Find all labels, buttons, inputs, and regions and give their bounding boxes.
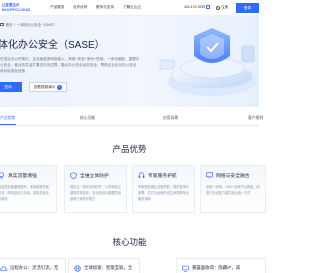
breadcrumb-current: 一体化办公安全（SASE） [17,23,57,27]
globe-icon [74,264,81,272]
consult-button-label: 咨询 [4,84,12,89]
watch-demo-button[interactable]: 查看视频演示 [29,82,67,92]
tab-scenarios[interactable]: 应用场景 [163,116,178,121]
core-function-card[interactable]: 暴露面收敛：隐藏IP，减 [176,258,266,273]
core-function-title: 全球加速：智能互联，全 [84,265,133,270]
core-function-card[interactable]: 全球加速：智能互联，全 [68,258,140,273]
breadcrumb-separator: / [14,22,16,27]
watch-demo-label: 查看视频演示 [33,84,56,89]
advantage-title: 全维立体防护 [80,174,109,179]
logo-wordmark: INAPPCLOUD [2,7,31,12]
tab-advantages[interactable]: 产品优势 [0,116,15,121]
advantage-card: 专家服务护航 专家服务团队全程护航，提供咨询与部署、交付与运维的全生命周期专业服… [132,165,195,213]
advantage-card: 真实流量增强 高品质加速通道提升，多地部署负载分流，降低延迟与抖动，保障关键业务… [0,165,57,213]
advantages-title: 产品优势 [112,144,147,154]
advantage-title: 专家服务护航 [148,174,177,179]
top-nav: 让智慧生长 INAPPCLOUD 产品服务 合作伙伴 服务与支持 了解云山云 4… [0,0,259,16]
tab-cases[interactable]: 客户案例 [248,116,263,121]
advantage-title: 网络与安全融合 [216,174,250,179]
register-label: 注册 [221,5,229,9]
active-tab-indicator [0,123,16,125]
nav-item-about[interactable]: 了解云山云 [123,5,141,10]
nav-item-label: 了解云山云 [123,5,141,9]
page-title: 体化办公安全（SASE） [0,40,105,51]
advantage-desc: 端边云一体化协同防护，从终端到云端提供零信任、安全检测与数据防泄露等立体防护能力 [70,185,121,201]
advantage-desc: 高品质加速通道提升，多地部署负载分流，降低延迟与抖动，保障关键业务体验 [0,185,49,201]
shield-icon [70,172,77,179]
home-icon[interactable] [0,22,4,27]
phone-icon [206,5,211,9]
nav-item-label: 产品服务 [50,5,65,9]
hero-description: 在混合办公环境中，企业面临多网络接入、网络+安全+身份+终端，一体化赋能，重塑办… [0,57,140,73]
breadcrumb-home[interactable]: 首页 [6,22,13,27]
login-button[interactable]: 登录 [236,3,259,13]
hero-illustration [159,28,256,96]
phone-number: 400-176-9339 [184,5,206,9]
network-icon [206,172,213,179]
user-icon [216,5,220,10]
nav-item-label: 合作伙伴 [73,5,88,9]
advantage-card: 网络与安全融合 全球一张网，1500+全球节点覆盖，网络与安全能力原生融合统一交… [200,165,266,213]
section-tabs: 产品优势 核心功能 应用场景 客户案例 [0,112,263,126]
phone-contact[interactable]: 400-176-9339 [184,5,211,9]
headset-icon [138,172,145,178]
core-function-title: 远程办公：灵活引流，无 [10,265,59,270]
breadcrumb: 首页 / 一体化办公安全（SASE） [0,22,57,27]
advantage-title: 真实流量增强 [8,174,37,179]
advantage-desc: 全球一张网，1500+全球节点覆盖，网络与安全能力原生融合统一交付 [206,185,260,195]
advantage-card: 全维立体防护 端边云一体化协同防护，从终端到云端提供零信任、安全检测与数据防泄露… [64,165,127,213]
core-functions-title: 核心功能 [112,237,147,247]
nav-item-partners[interactable]: 合作伙伴 [73,5,87,10]
core-function-title: 暴露面收敛：隐藏IP，减 [192,265,241,270]
nav-item-products[interactable]: 产品服务 [50,5,64,10]
tab-core-functions[interactable]: 核心功能 [80,116,95,121]
advantage-desc: 专家服务团队全程护航，提供咨询与部署、交付与运维的全生命周期专业服务保障 [138,185,189,201]
play-icon [57,84,63,90]
nav-item-label: 服务与支持 [96,5,114,9]
bulb-icon [0,172,4,179]
nav-item-support[interactable]: 服务与支持 [96,5,114,10]
core-function-card[interactable]: 远程办公：灵活引流，无 [0,258,66,273]
logo[interactable]: 让智慧生长 INAPPCLOUD [2,3,36,13]
register-link[interactable]: 注册 [216,5,228,10]
cloud-icon [0,265,7,271]
hero-banner: 首页 / 一体化办公安全（SASE） 体化办公安全（SASE） 在混合办公环境中… [0,16,259,107]
screen-icon [182,265,189,272]
consult-button[interactable]: 咨询 [0,82,22,92]
